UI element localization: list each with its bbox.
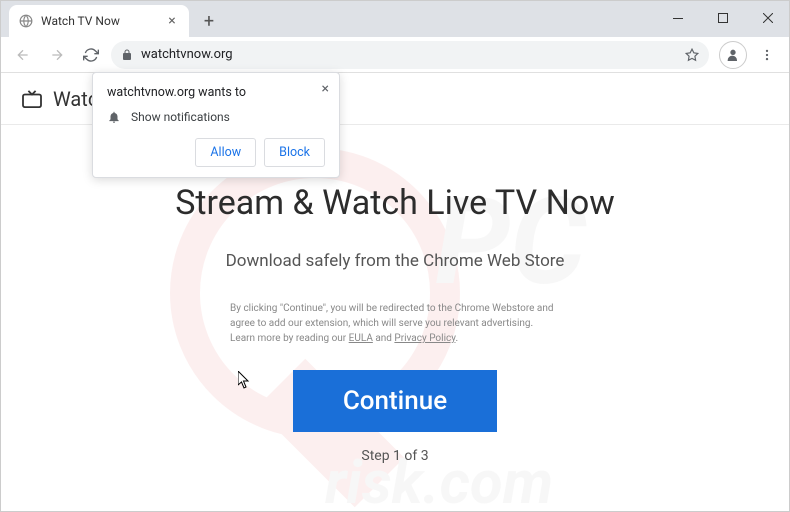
bell-icon (107, 110, 121, 124)
bookmark-star-icon[interactable] (685, 48, 699, 62)
eula-link[interactable]: EULA (349, 333, 373, 344)
profile-button[interactable] (719, 41, 747, 69)
close-icon[interactable]: × (322, 81, 329, 97)
lock-icon (121, 49, 133, 61)
address-bar[interactable]: watchtvnow.org (111, 41, 709, 69)
toolbar: watchtvnow.org (1, 37, 789, 73)
maximize-button[interactable] (700, 3, 745, 33)
disclaimer-text: By clicking "Continue", you will be redi… (230, 301, 560, 346)
notification-buttons: Allow Block (107, 138, 325, 167)
headline: Stream & Watch Live TV Now (1, 183, 789, 223)
url-text: watchtvnow.org (141, 47, 677, 62)
tv-icon (21, 90, 43, 108)
new-tab-button[interactable]: + (195, 7, 223, 35)
tab-title: Watch TV Now (41, 14, 157, 28)
menu-button[interactable] (753, 41, 781, 69)
continue-button[interactable]: Continue (293, 370, 497, 432)
privacy-policy-link[interactable]: Privacy Policy (394, 333, 455, 344)
subline: Download safely from the Chrome Web Stor… (1, 251, 789, 271)
reload-button[interactable] (77, 41, 105, 69)
notification-origin: watchtvnow.org wants to (107, 85, 325, 100)
back-button[interactable] (9, 41, 37, 69)
notification-permission-label: Show notifications (131, 110, 230, 124)
minimize-button[interactable] (655, 3, 700, 33)
notification-permission-row: Show notifications (107, 110, 325, 124)
notification-permission-popup: × watchtvnow.org wants to Show notificat… (92, 72, 340, 178)
step-indicator: Step 1 of 3 (1, 448, 789, 464)
allow-button[interactable]: Allow (195, 138, 256, 167)
browser-tab[interactable]: Watch TV Now × (9, 5, 189, 37)
close-tab-button[interactable]: × (165, 14, 179, 28)
forward-button[interactable] (43, 41, 71, 69)
window-controls (655, 0, 790, 36)
globe-icon (19, 14, 33, 28)
close-window-button[interactable] (745, 3, 790, 33)
block-button[interactable]: Block (264, 138, 325, 167)
